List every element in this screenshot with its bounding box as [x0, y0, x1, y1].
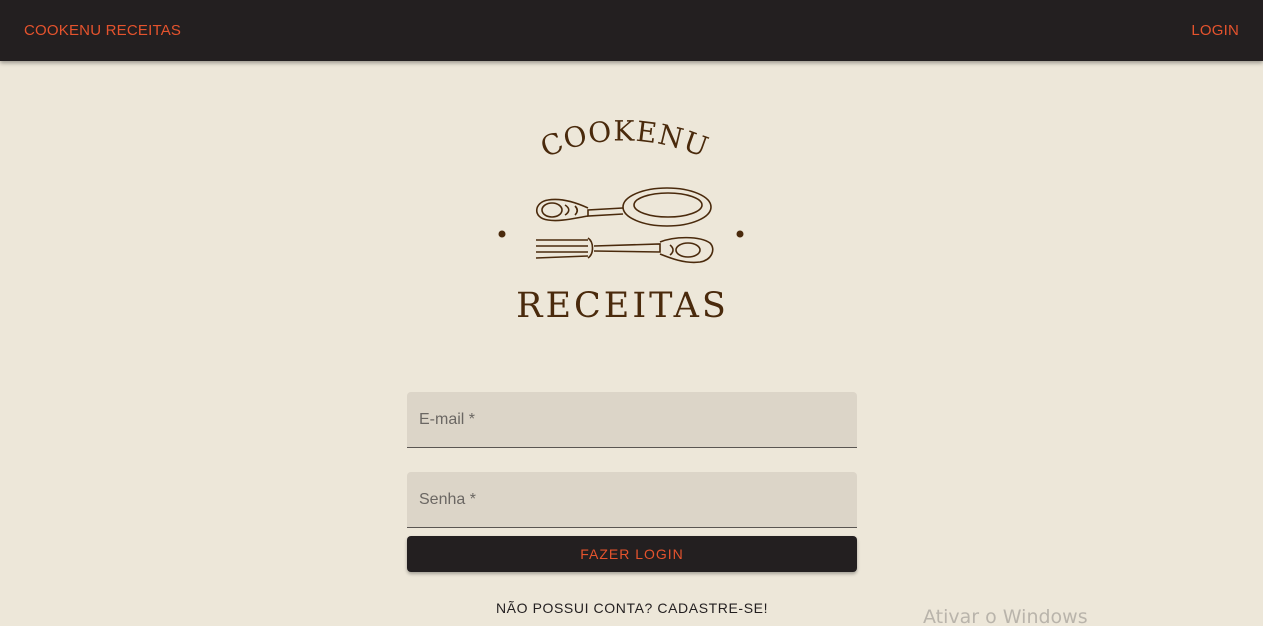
password-input[interactable]	[407, 472, 857, 527]
windows-activation-watermark: Ativar o Windows	[923, 606, 1088, 626]
login-submit-button[interactable]: FAZER LOGIN	[407, 536, 857, 572]
logo-top-text: COOKENU	[536, 118, 713, 164]
app-bar: COOKENU RECEITAS LOGIN	[0, 0, 1263, 61]
email-field[interactable]: E-mail *	[407, 392, 857, 448]
email-input[interactable]	[407, 392, 857, 447]
logo-bottom-text: RECEITAS	[516, 286, 729, 326]
login-nav-button[interactable]: LOGIN	[1191, 22, 1239, 39]
cookenu-logo: COOKENU RECEITAS	[490, 118, 755, 333]
password-field[interactable]: Senha *	[407, 472, 857, 528]
brand-home-button[interactable]: COOKENU RECEITAS	[24, 22, 181, 39]
signup-link[interactable]: NÃO POSSUI CONTA? CADASTRE-SE!	[407, 600, 857, 616]
